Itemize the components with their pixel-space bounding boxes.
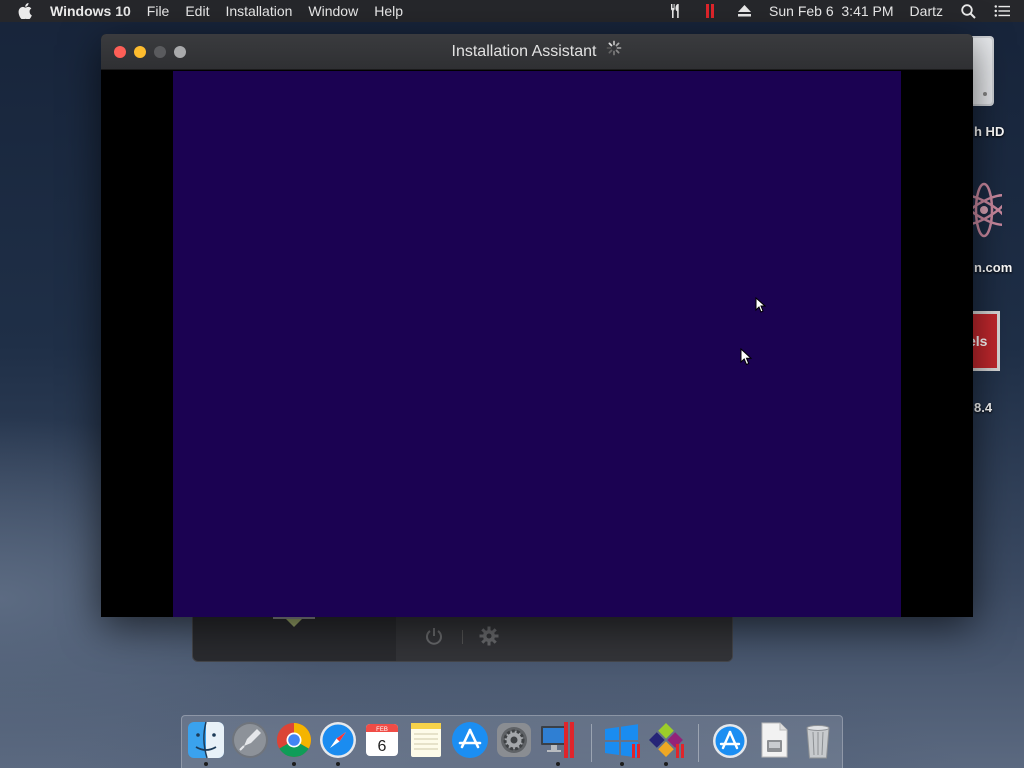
gear-icon[interactable] xyxy=(478,625,500,647)
app-store-download-icon[interactable] xyxy=(710,720,750,760)
document-icon[interactable] xyxy=(754,720,794,760)
clock[interactable]: Sun Feb 6 3:41 PM xyxy=(761,0,902,22)
menu-help[interactable]: Help xyxy=(366,0,411,22)
installation-assistant-window: Installation Assistant xyxy=(101,34,973,617)
running-indicator xyxy=(292,762,296,766)
eject-icon[interactable] xyxy=(736,3,752,19)
chrome-icon[interactable] xyxy=(274,720,314,760)
dock: FEB 6 xyxy=(181,715,843,768)
window-title: Installation Assistant xyxy=(451,43,597,60)
atom-icon[interactable] xyxy=(959,172,1009,253)
menu-installation[interactable]: Installation xyxy=(217,0,300,22)
apple-icon[interactable] xyxy=(18,3,34,19)
window-titlebar[interactable]: Installation Assistant xyxy=(101,34,973,70)
status-area: Sun Feb 6 3:41 PM Dartz xyxy=(659,0,1024,22)
divider xyxy=(462,630,463,644)
menu-edit[interactable]: Edit xyxy=(177,0,217,22)
list-icon[interactable] xyxy=(994,3,1010,19)
running-indicator xyxy=(204,762,208,766)
running-indicator xyxy=(620,762,624,766)
mouse-cursor-icon xyxy=(755,296,767,318)
vm-cursor-icon xyxy=(740,347,753,371)
parallels-pause-icon[interactable] xyxy=(702,3,718,19)
centos-icon[interactable] xyxy=(646,720,686,760)
calendar-icon[interactable]: FEB 6 xyxy=(362,720,402,760)
search-icon[interactable] xyxy=(960,3,976,19)
menu-file[interactable]: File xyxy=(139,0,178,22)
safari-icon[interactable] xyxy=(318,720,358,760)
launchpad-icon[interactable] xyxy=(230,720,270,760)
window-title-area: Installation Assistant xyxy=(101,34,973,70)
running-indicator xyxy=(556,762,560,766)
desktop-label-site: n.com xyxy=(974,260,1013,275)
calendar-day: 6 xyxy=(378,738,387,755)
dock-divider xyxy=(591,724,592,762)
parallels-installer-icon[interactable]: els xyxy=(968,311,1002,378)
menu-window[interactable]: Window xyxy=(300,0,366,22)
menu-bar: Windows 10 File Edit Installation Window… xyxy=(0,0,1024,22)
windows-10-icon[interactable] xyxy=(602,720,642,760)
desktop-label-drive: h HD xyxy=(974,124,1005,139)
parallels-tools-icon[interactable] xyxy=(668,3,684,19)
running-indicator xyxy=(664,762,668,766)
app-menu[interactable]: Windows 10 xyxy=(42,0,139,22)
notes-icon[interactable] xyxy=(406,720,446,760)
desktop-label-version: 8.4 xyxy=(974,400,993,415)
finder-icon[interactable] xyxy=(186,720,226,760)
running-indicator xyxy=(336,762,340,766)
app-store-icon[interactable] xyxy=(450,720,490,760)
dock-divider xyxy=(698,724,699,762)
parallels-desktop-icon[interactable] xyxy=(538,720,578,760)
spinner-icon xyxy=(606,34,622,70)
vm-screen[interactable] xyxy=(173,71,901,617)
trash-icon[interactable] xyxy=(798,720,838,760)
power-icon[interactable] xyxy=(423,625,445,647)
user-menu[interactable]: Dartz xyxy=(902,0,951,22)
chevron-down-icon[interactable] xyxy=(273,617,315,636)
svg-text:els: els xyxy=(972,333,988,349)
system-preferences-icon[interactable] xyxy=(494,720,534,760)
calendar-month: FEB xyxy=(376,727,388,733)
